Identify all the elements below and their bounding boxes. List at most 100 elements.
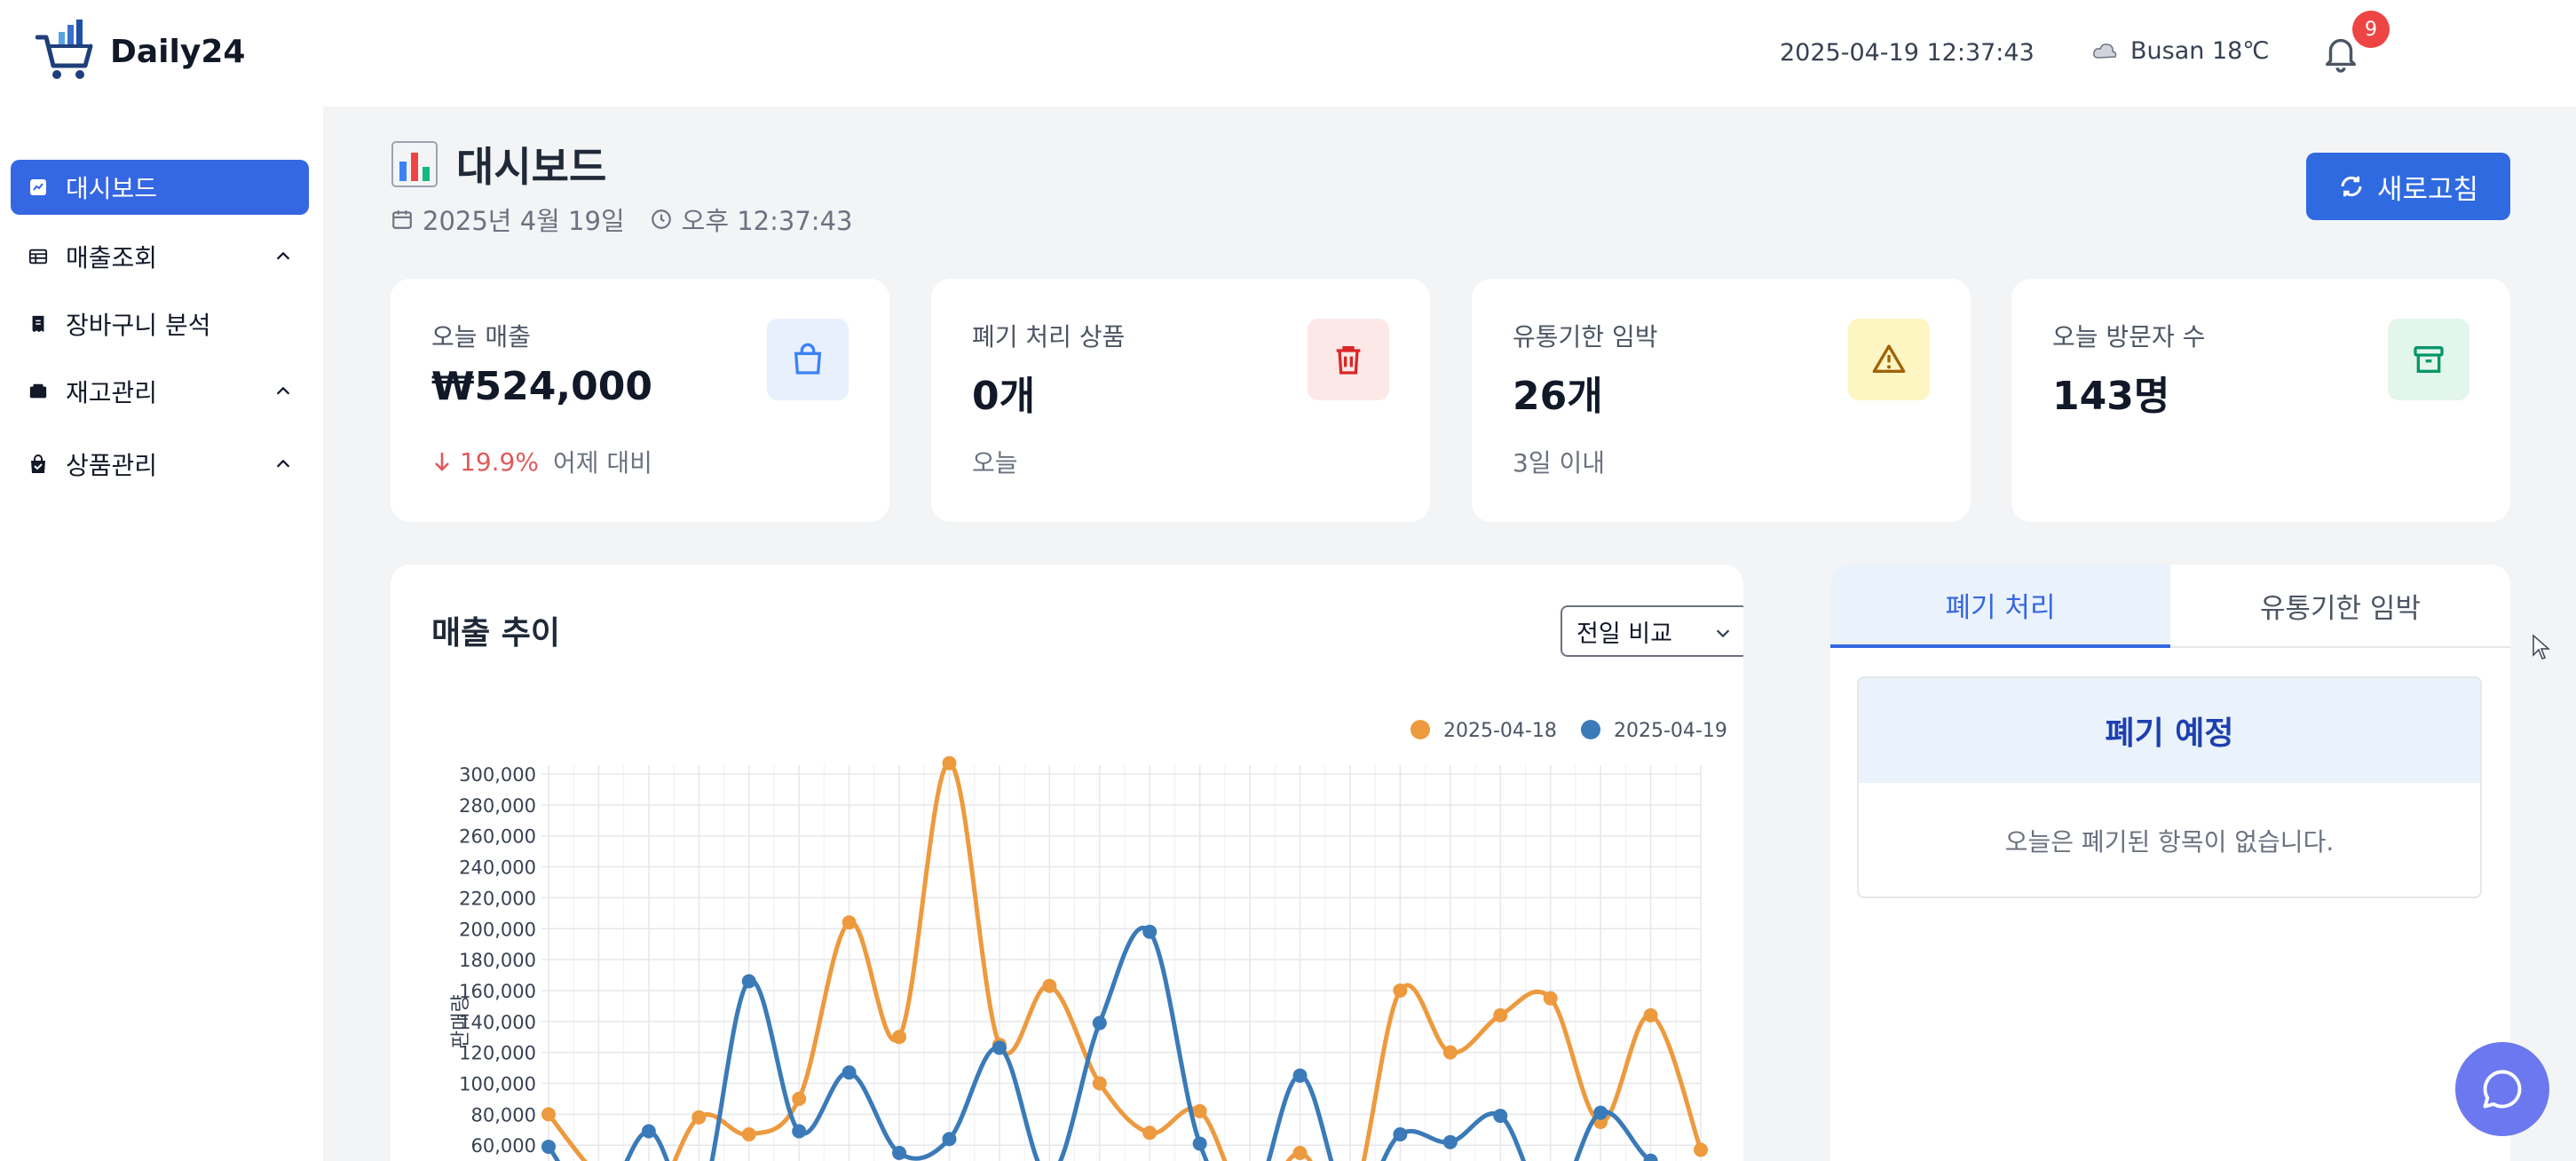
stat-label: 유통기한 임박 bbox=[1513, 322, 1658, 351]
mouse-cursor-icon bbox=[2533, 634, 2550, 659]
y-tick-label: 80,000 bbox=[471, 1104, 536, 1125]
sidebar-item-inventory[interactable]: 재고관리 bbox=[11, 364, 309, 419]
chat-bubble-icon bbox=[2483, 1070, 2522, 1109]
y-tick-label: 200,000 bbox=[459, 919, 536, 940]
data-point bbox=[892, 1145, 907, 1160]
y-tick-label: 220,000 bbox=[459, 888, 536, 909]
data-point bbox=[1442, 1045, 1458, 1060]
archive-icon bbox=[2414, 346, 2444, 373]
stat-sub: 3일 이내 bbox=[1513, 448, 1605, 478]
sidebar-item-label: 대시보드 bbox=[66, 174, 158, 203]
data-point bbox=[741, 1127, 756, 1142]
warning-icon bbox=[1872, 344, 1906, 373]
header-datetime: 2025-04-19 12:37:43 bbox=[1780, 39, 2035, 67]
data-point bbox=[842, 915, 857, 930]
clock-icon bbox=[651, 209, 671, 229]
y-tick-label: 60,000 bbox=[471, 1135, 536, 1157]
sidebar-item-basket-analysis[interactable]: 장바구니 분석 bbox=[11, 296, 309, 351]
data-point bbox=[1292, 1068, 1308, 1083]
stat-value: ₩524,000 bbox=[431, 364, 652, 409]
discard-empty-text: 오늘은 폐기된 항목이 없습니다. bbox=[2004, 827, 2335, 857]
y-tick-label: 180,000 bbox=[459, 950, 536, 971]
bar-chart-icon bbox=[391, 141, 438, 187]
stat-label: 오늘 방문자 수 bbox=[2052, 322, 2206, 351]
calendar-icon bbox=[392, 210, 412, 229]
sidebar-item-label: 상품관리 bbox=[66, 451, 158, 480]
data-point bbox=[1192, 1136, 1207, 1151]
data-point bbox=[1092, 1076, 1107, 1091]
sales-chart-card: 매출 추이 전일 비교 300,000 280,000 260,000 240,000… bbox=[391, 565, 1743, 1161]
tab-discard[interactable]: 폐기 처리 bbox=[1830, 565, 2170, 648]
data-point bbox=[1694, 1142, 1708, 1157]
dashboard-icon bbox=[25, 174, 51, 201]
stat-icon-box bbox=[767, 319, 849, 400]
stat-icon-box bbox=[1848, 319, 1930, 400]
data-point bbox=[641, 1124, 656, 1139]
y-tick-label: 280,000 bbox=[459, 795, 536, 817]
receipt-icon bbox=[25, 311, 51, 337]
chevron-up-icon bbox=[276, 386, 290, 395]
discard-section-title: 폐기 예정 bbox=[1859, 678, 2480, 783]
data-point bbox=[1142, 924, 1158, 939]
data-point bbox=[792, 1124, 807, 1139]
app-logo[interactable]: Daily24 bbox=[36, 20, 245, 83]
sidebar-item-label: 매출조회 bbox=[66, 243, 158, 272]
stat-icon-box bbox=[1308, 319, 1389, 400]
sales-line-chart: 300,000 280,000 260,000 240,000 220,000 200,0… bbox=[450, 720, 1727, 1161]
data-point bbox=[691, 1110, 707, 1125]
y-tick-label: 100,000 bbox=[459, 1074, 536, 1095]
page-title: 대시보드 bbox=[456, 143, 607, 191]
refresh-button[interactable]: 새로고침 bbox=[2306, 153, 2510, 220]
sidebar-item-dashboard[interactable]: 대시보드 bbox=[11, 160, 309, 215]
data-point bbox=[892, 1030, 907, 1045]
weather-text: Busan 18℃ bbox=[2130, 37, 2270, 65]
stat-sub: 오늘 bbox=[972, 448, 1018, 478]
data-point bbox=[1092, 1015, 1107, 1031]
notification-badge: 9 bbox=[2352, 11, 2390, 48]
sidebar-item-products[interactable]: 상품관리 bbox=[11, 437, 309, 492]
stat-sub: 19.9% 어제 대비 bbox=[431, 444, 652, 479]
change-label: 어제 대비 bbox=[552, 448, 652, 478]
data-point bbox=[842, 1065, 857, 1080]
page-header: 대시보드 bbox=[391, 135, 606, 194]
stat-card-discarded: 폐기 처리 상품 0개 오늘 bbox=[931, 279, 1430, 522]
cart-logo-icon bbox=[36, 20, 93, 79]
data-point bbox=[792, 1091, 807, 1106]
data-point bbox=[942, 1132, 957, 1147]
data-point bbox=[1142, 1125, 1158, 1141]
stat-label: 폐기 처리 상품 bbox=[972, 322, 1126, 351]
top-bar: Daily24 2025-04-19 12:37:43 Busan 18℃ 9 bbox=[0, 0, 2576, 107]
shopping-bag-icon bbox=[25, 451, 51, 478]
data-point bbox=[1393, 1127, 1408, 1142]
change-indicator: 19.9% bbox=[431, 447, 539, 477]
tab-expiring[interactable]: 유통기한 임박 bbox=[2170, 565, 2510, 648]
cloud-icon bbox=[2093, 43, 2117, 59]
chevron-up-icon bbox=[276, 251, 290, 260]
legend-marker bbox=[1410, 720, 1430, 739]
refresh-label: 새로고침 bbox=[2376, 173, 2479, 206]
stat-value: 143명 bbox=[2052, 374, 2170, 419]
table-icon bbox=[25, 243, 51, 270]
sidebar-item-sales[interactable]: 매출조회 bbox=[11, 229, 309, 284]
data-point bbox=[1593, 1105, 1608, 1120]
legend-marker bbox=[1581, 720, 1600, 739]
data-point bbox=[992, 1040, 1007, 1055]
y-tick-label: 300,000 bbox=[459, 764, 536, 786]
data-point bbox=[1493, 1109, 1508, 1124]
data-point bbox=[1442, 1134, 1458, 1149]
weather-widget: Busan 18℃ bbox=[2091, 37, 2270, 65]
stat-icon-box bbox=[2388, 319, 2469, 400]
data-point bbox=[1493, 1007, 1508, 1023]
discard-panel: 폐기 처리 유통기한 임박 폐기 예정 오늘은 폐기된 항목이 없습니다. bbox=[1830, 565, 2510, 1161]
sidebar: 대시보드 매출조회 장바구니 분석 재고관리 상품관리 bbox=[0, 107, 323, 1161]
legend-label: 2025-04-19 bbox=[1614, 720, 1727, 742]
chat-button[interactable] bbox=[2455, 1042, 2549, 1136]
data-point bbox=[1292, 1145, 1308, 1160]
data-point bbox=[942, 755, 957, 770]
data-point bbox=[1042, 978, 1057, 993]
chevron-up-icon bbox=[276, 459, 290, 468]
stat-label: 오늘 매출 bbox=[431, 322, 531, 351]
data-point bbox=[541, 1139, 556, 1154]
stat-card-sales: 오늘 매출 ₩524,000 19.9% 어제 대비 bbox=[391, 279, 889, 522]
data-point bbox=[741, 974, 756, 989]
